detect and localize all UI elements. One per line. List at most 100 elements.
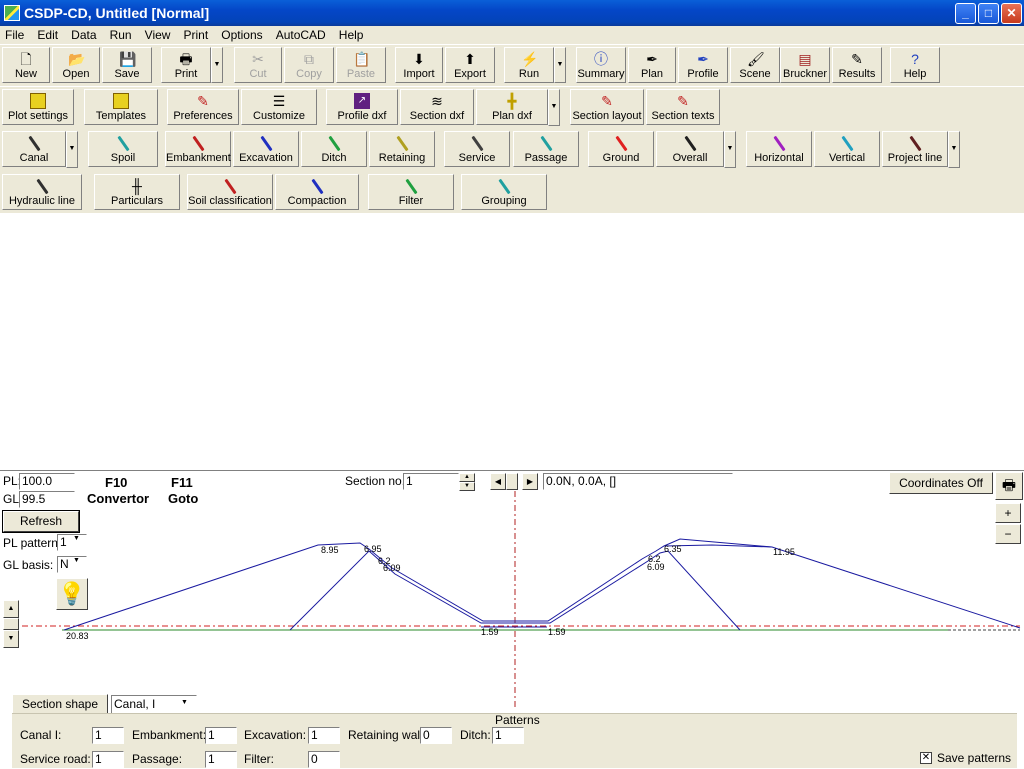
section-slider-thumb[interactable] — [506, 473, 518, 490]
print-button[interactable]: 🖶 Print — [161, 47, 211, 83]
menu-view[interactable]: View — [140, 26, 176, 42]
help-button[interactable]: ? Help — [890, 47, 940, 83]
service-road-pattern-label: Service road: — [20, 752, 91, 766]
embankment-pattern-input[interactable]: 1 — [205, 727, 237, 744]
export-button[interactable]: ⬆ Export — [445, 47, 495, 83]
goto-link[interactable]: Goto — [168, 491, 198, 506]
service-road-pattern-input[interactable]: 1 — [92, 751, 124, 768]
plan-dxf-icon: ╋ — [507, 93, 517, 109]
menu-print[interactable]: Print — [179, 26, 214, 42]
bruckner-button[interactable]: ▤ Bruckner — [780, 47, 830, 83]
section-dxf-button[interactable]: ≋ Section dxf — [400, 89, 474, 125]
soil-classification-button[interactable]: Soil classification — [187, 174, 273, 210]
pl-input[interactable]: 100.0 — [19, 473, 75, 490]
cut-button[interactable]: ✂ Cut — [234, 47, 282, 83]
menu-data[interactable]: Data — [66, 26, 101, 42]
menu-run[interactable]: Run — [105, 26, 137, 42]
retaining-wall-pattern-input[interactable]: 0 — [420, 727, 452, 744]
open-button[interactable]: 📂 Open — [52, 47, 100, 83]
close-button[interactable]: ✕ — [1001, 3, 1022, 24]
filter-pattern-input[interactable]: 0 — [308, 751, 340, 768]
maximize-button[interactable]: □ — [978, 3, 999, 24]
zoom-out-button[interactable]: − — [995, 524, 1021, 544]
filter-button[interactable]: Filter — [368, 174, 454, 210]
summary-button[interactable]: ⓘ Summary — [576, 47, 626, 83]
shape-chevron-down-icon[interactable]: ▼ — [181, 699, 188, 706]
section-layout-button[interactable]: ✎ Section layout — [570, 89, 644, 125]
canal-button[interactable]: Canal — [2, 131, 66, 167]
retaining-button[interactable]: Retaining — [369, 131, 435, 167]
ground-button[interactable]: Ground — [588, 131, 654, 167]
passage-button[interactable]: Passage — [513, 131, 579, 167]
gl-input[interactable]: 99.5 — [19, 491, 75, 508]
paste-button[interactable]: 📋 Paste — [336, 47, 386, 83]
refresh-button[interactable]: Refresh — [2, 510, 80, 533]
pl-pattern-chevron-down-icon[interactable]: ▼ — [73, 535, 80, 542]
canal-dropdown[interactable]: ▼ — [66, 131, 78, 168]
ditch-button[interactable]: Ditch — [301, 131, 367, 167]
menu-edit[interactable]: Edit — [32, 26, 63, 42]
section-down-arrow-icon[interactable]: ▼ — [459, 482, 475, 491]
pl-pattern-select[interactable]: 1 — [57, 534, 87, 551]
plan-dxf-button[interactable]: ╋ Plan dxf — [476, 89, 548, 125]
project-line-button[interactable]: Project line — [882, 131, 948, 167]
templates-button[interactable]: Templates — [84, 89, 158, 125]
grouping-button[interactable]: Grouping — [461, 174, 547, 210]
menu-help[interactable]: Help — [334, 26, 369, 42]
save-button[interactable]: 💾 Save — [102, 47, 152, 83]
profile-button[interactable]: ✒ Profile — [678, 47, 728, 83]
zoom-in-button[interactable]: + — [995, 503, 1021, 523]
convertor-link[interactable]: Convertor — [87, 491, 149, 506]
plan-dxf-dropdown[interactable]: ▼ — [548, 89, 560, 126]
ditch-pattern-input[interactable]: 1 — [492, 727, 524, 744]
printer-icon: 🖶 — [179, 51, 193, 67]
menu-options[interactable]: Options — [216, 26, 267, 42]
section-shape-button[interactable]: Section shape — [12, 694, 108, 715]
compaction-button[interactable]: Compaction — [275, 174, 359, 210]
import-button[interactable]: ⬇ Import — [395, 47, 443, 83]
section-texts-button[interactable]: ✎ Section texts — [646, 89, 720, 125]
overall-button[interactable]: Overall — [656, 131, 724, 167]
previous-section-arrow-icon[interactable]: ◀ — [490, 473, 506, 490]
canal-pattern-input[interactable]: 1 — [92, 727, 124, 744]
coordinates-off-button[interactable]: Coordinates Off — [889, 472, 993, 494]
scroll-up-arrow-icon[interactable]: ▲ — [3, 600, 19, 618]
save-patterns-checkbox[interactable]: ✕ — [920, 752, 932, 764]
results-button[interactable]: ✎ Results — [832, 47, 882, 83]
customize-button[interactable]: ☰ Customize — [241, 89, 317, 125]
next-section-arrow-icon[interactable]: ▶ — [522, 473, 538, 490]
plot-settings-button[interactable]: Plot settings — [2, 89, 74, 125]
gl-basis-chevron-down-icon[interactable]: ▼ — [73, 557, 80, 564]
overall-dropdown[interactable]: ▼ — [724, 131, 736, 168]
project-line-dropdown[interactable]: ▼ — [948, 131, 960, 168]
gl-basis-select[interactable]: N — [57, 556, 87, 573]
embankment-button[interactable]: Embankment — [165, 131, 231, 167]
vertical-button[interactable]: Vertical — [814, 131, 880, 167]
run-button[interactable]: ⚡ Run — [504, 47, 554, 83]
preferences-button[interactable]: ✎ Preferences — [167, 89, 239, 125]
plan-button[interactable]: ✒ Plan — [628, 47, 676, 83]
print-section-printer-icon[interactable]: 🖶 — [995, 472, 1023, 500]
new-button[interactable]: 🗋 New — [2, 47, 50, 83]
particulars-button[interactable]: ╫ Particulars — [94, 174, 180, 210]
service-button[interactable]: Service — [444, 131, 510, 167]
lightbulb-icon[interactable]: 💡 — [56, 578, 88, 610]
excavation-button[interactable]: Excavation — [233, 131, 299, 167]
profile-dxf-button[interactable]: ↗ Profile dxf — [326, 89, 398, 125]
section-no-input[interactable]: 1 — [403, 473, 459, 490]
passage-pattern-input[interactable]: 1 — [205, 751, 237, 768]
copy-button[interactable]: ⧉ Copy — [284, 47, 334, 83]
run-dropdown[interactable]: ▼ — [554, 47, 566, 83]
section-up-arrow-icon[interactable]: ▲ — [459, 473, 475, 482]
menu-autocad[interactable]: AutoCAD — [271, 26, 331, 42]
scroll-thumb[interactable] — [3, 618, 19, 630]
minimize-button[interactable]: _ — [955, 3, 976, 24]
spoil-button[interactable]: Spoil — [88, 131, 158, 167]
menu-file[interactable]: File — [0, 26, 29, 42]
horizontal-button[interactable]: Horizontal — [746, 131, 812, 167]
scene-button[interactable]: 🖌 Scene — [730, 47, 780, 83]
excavation-pattern-input[interactable]: 1 — [308, 727, 340, 744]
scroll-down-arrow-icon[interactable]: ▼ — [3, 630, 19, 648]
hydraulic-line-button[interactable]: Hydraulic line — [2, 174, 82, 210]
print-dropdown[interactable]: ▼ — [211, 47, 223, 83]
